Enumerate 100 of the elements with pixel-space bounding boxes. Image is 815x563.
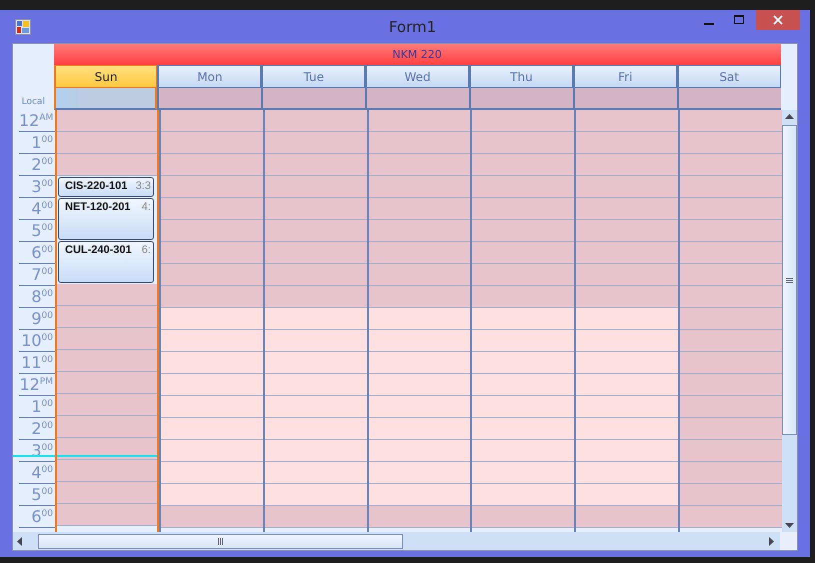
time-slot[interactable] bbox=[472, 440, 574, 462]
time-slot[interactable] bbox=[368, 264, 470, 286]
time-slot[interactable] bbox=[160, 198, 263, 220]
time-slot[interactable] bbox=[57, 350, 157, 372]
time-slot[interactable] bbox=[57, 372, 157, 394]
time-slot[interactable] bbox=[368, 154, 470, 176]
time-slot[interactable] bbox=[57, 416, 157, 438]
time-slot[interactable] bbox=[576, 308, 678, 330]
time-slot[interactable] bbox=[57, 284, 157, 306]
all-day-cell[interactable] bbox=[157, 88, 262, 110]
time-slot[interactable] bbox=[57, 110, 157, 132]
time-slot[interactable] bbox=[368, 330, 470, 352]
time-slot[interactable] bbox=[160, 352, 263, 374]
time-slot[interactable] bbox=[264, 132, 367, 154]
time-slot[interactable] bbox=[576, 352, 678, 374]
time-slot[interactable] bbox=[264, 506, 367, 528]
time-slot[interactable] bbox=[680, 330, 782, 352]
time-slot[interactable] bbox=[368, 110, 470, 132]
time-slot[interactable] bbox=[576, 132, 678, 154]
time-slot[interactable] bbox=[576, 220, 678, 242]
time-slot[interactable] bbox=[472, 396, 574, 418]
time-slot[interactable] bbox=[160, 176, 263, 198]
time-slot[interactable] bbox=[57, 132, 157, 154]
time-slot[interactable] bbox=[368, 484, 470, 506]
time-slot[interactable] bbox=[57, 394, 157, 416]
time-slot[interactable] bbox=[264, 220, 367, 242]
time-slot[interactable] bbox=[680, 418, 782, 440]
time-slot[interactable] bbox=[472, 374, 574, 396]
time-slot[interactable] bbox=[264, 198, 367, 220]
time-slot[interactable] bbox=[264, 154, 367, 176]
time-slot[interactable] bbox=[160, 396, 263, 418]
time-slot[interactable] bbox=[472, 352, 574, 374]
time-slot[interactable] bbox=[472, 330, 574, 352]
day-header[interactable]: Thu bbox=[469, 65, 573, 88]
time-slot[interactable] bbox=[160, 286, 263, 308]
time-slot[interactable] bbox=[680, 462, 782, 484]
all-day-cell[interactable] bbox=[365, 88, 470, 110]
time-slot[interactable] bbox=[472, 132, 574, 154]
time-slot[interactable] bbox=[472, 110, 574, 132]
appointment[interactable]: CIS-220-101 3:3 bbox=[58, 177, 154, 197]
all-day-cell[interactable] bbox=[572, 88, 677, 110]
time-slot[interactable] bbox=[160, 264, 263, 286]
time-slot[interactable] bbox=[576, 374, 678, 396]
time-slot[interactable] bbox=[576, 198, 678, 220]
time-slot[interactable] bbox=[57, 438, 157, 460]
time-slot[interactable] bbox=[57, 460, 157, 482]
time-slot[interactable] bbox=[472, 154, 574, 176]
time-slot[interactable] bbox=[160, 506, 263, 528]
day-header[interactable]: Sun bbox=[54, 65, 158, 88]
day-header[interactable]: Sat bbox=[676, 65, 781, 88]
time-slot[interactable] bbox=[472, 176, 574, 198]
time-slot[interactable] bbox=[680, 286, 782, 308]
time-slot[interactable] bbox=[160, 242, 263, 264]
vertical-scrollbar[interactable] bbox=[782, 110, 797, 532]
time-slot[interactable] bbox=[368, 132, 470, 154]
scroll-down-icon[interactable] bbox=[785, 523, 794, 528]
time-slot[interactable] bbox=[368, 176, 470, 198]
time-slot[interactable] bbox=[472, 264, 574, 286]
time-slot[interactable] bbox=[160, 440, 263, 462]
time-slot[interactable] bbox=[57, 482, 157, 504]
time-slot[interactable] bbox=[160, 110, 263, 132]
time-slot[interactable] bbox=[57, 306, 157, 328]
time-slot[interactable] bbox=[368, 352, 470, 374]
time-slot[interactable] bbox=[576, 418, 678, 440]
time-slot[interactable] bbox=[160, 220, 263, 242]
time-slot[interactable] bbox=[680, 198, 782, 220]
time-slot[interactable] bbox=[472, 220, 574, 242]
time-slot[interactable] bbox=[576, 396, 678, 418]
time-slot[interactable] bbox=[576, 242, 678, 264]
time-slot[interactable] bbox=[680, 242, 782, 264]
time-slot[interactable] bbox=[368, 220, 470, 242]
time-slot[interactable] bbox=[368, 242, 470, 264]
scrollbar-thumb[interactable] bbox=[782, 125, 797, 435]
time-slot[interactable] bbox=[472, 484, 574, 506]
time-slot[interactable] bbox=[264, 374, 367, 396]
time-slot[interactable] bbox=[264, 308, 367, 330]
time-slot[interactable] bbox=[472, 198, 574, 220]
time-slot[interactable] bbox=[264, 352, 367, 374]
time-slot[interactable] bbox=[576, 176, 678, 198]
time-slot[interactable] bbox=[680, 440, 782, 462]
day-header[interactable]: Fri bbox=[572, 65, 677, 88]
time-slot[interactable] bbox=[264, 418, 367, 440]
all-day-cell[interactable] bbox=[469, 88, 573, 110]
time-slot[interactable] bbox=[368, 462, 470, 484]
time-slot[interactable] bbox=[368, 374, 470, 396]
time-slot[interactable] bbox=[680, 176, 782, 198]
time-slot[interactable] bbox=[368, 396, 470, 418]
day-header[interactable]: Mon bbox=[157, 65, 262, 88]
time-slot[interactable] bbox=[576, 264, 678, 286]
time-slot[interactable] bbox=[160, 132, 263, 154]
time-slot[interactable] bbox=[264, 264, 367, 286]
all-day-cell[interactable] bbox=[261, 88, 366, 110]
time-slot[interactable] bbox=[264, 110, 367, 132]
time-slot[interactable] bbox=[368, 440, 470, 462]
time-slot[interactable] bbox=[160, 484, 263, 506]
time-slot[interactable] bbox=[57, 504, 157, 526]
time-slot[interactable] bbox=[57, 328, 157, 350]
appointment[interactable]: NET-120-201 4: bbox=[58, 198, 154, 240]
time-slot[interactable] bbox=[368, 506, 470, 528]
time-slot[interactable] bbox=[680, 220, 782, 242]
